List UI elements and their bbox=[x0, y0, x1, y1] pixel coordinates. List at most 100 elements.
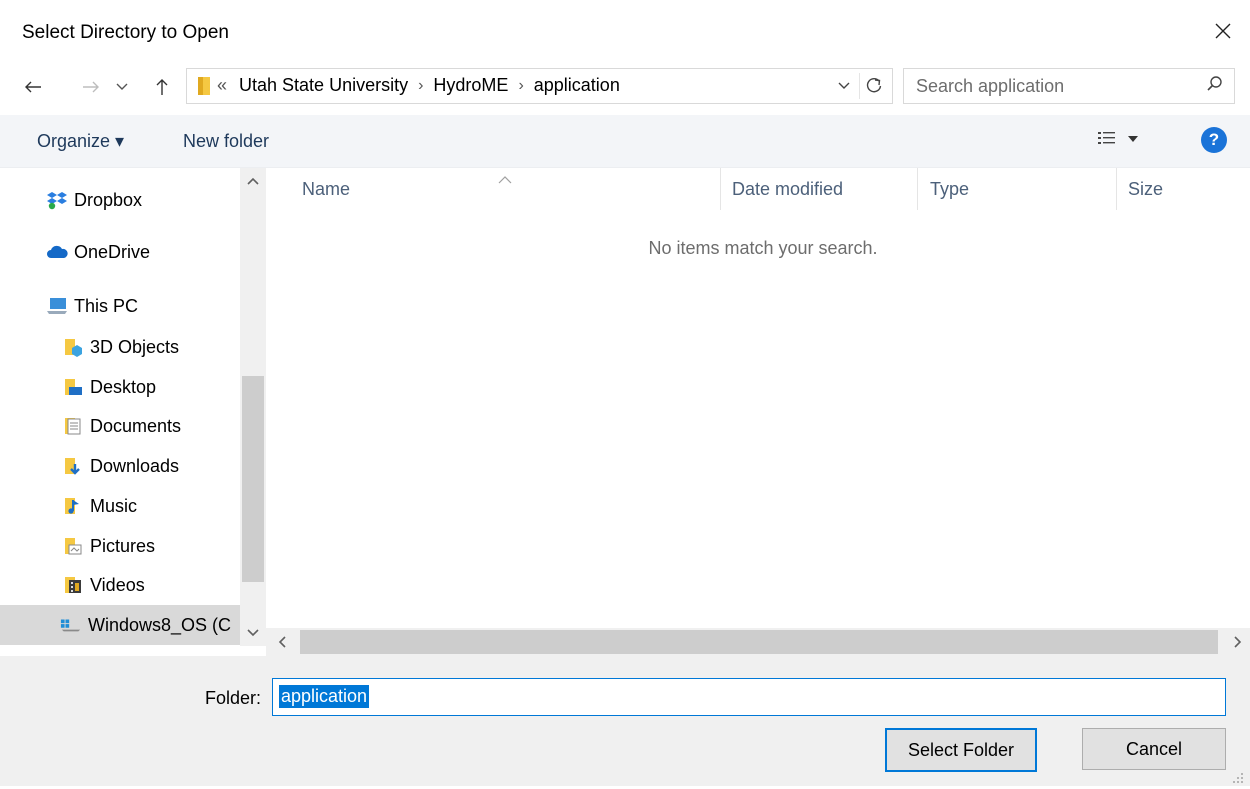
caret-down-icon bbox=[1128, 136, 1138, 142]
empty-list-message: No items match your search. bbox=[648, 238, 878, 258]
sidebar-item-this-pc[interactable]: This PC bbox=[0, 288, 240, 324]
title-bar: Select Directory to Open bbox=[0, 0, 1250, 64]
sidebar-item-music[interactable]: Music bbox=[0, 488, 240, 524]
breadcrumb-item[interactable]: Utah State University bbox=[233, 75, 414, 96]
file-list: Name Date modified Type Size No items ma… bbox=[266, 168, 1250, 628]
sidebar-item-onedrive[interactable]: OneDrive bbox=[0, 234, 240, 270]
column-header-date-modified[interactable]: Date modified bbox=[732, 168, 843, 210]
sidebar-item-pictures[interactable]: Pictures bbox=[0, 528, 240, 564]
sidebar-item-label: Dropbox bbox=[74, 189, 143, 210]
scrollbar-thumb[interactable] bbox=[242, 376, 264, 582]
breadcrumb-item[interactable]: HydroME bbox=[427, 75, 514, 96]
breadcrumb-item[interactable]: application bbox=[528, 75, 626, 96]
sidebar-item-label: Pictures bbox=[90, 535, 156, 556]
desktop-folder-icon bbox=[62, 377, 84, 397]
chevron-down-icon bbox=[838, 82, 850, 89]
column-divider[interactable] bbox=[720, 168, 721, 210]
help-button[interactable]: ? bbox=[1201, 127, 1227, 153]
up-button[interactable] bbox=[150, 72, 174, 102]
recent-locations-button[interactable] bbox=[113, 72, 131, 102]
breadcrumb-separator-icon[interactable]: › bbox=[414, 77, 427, 95]
music-folder-icon bbox=[62, 496, 84, 516]
sidebar-item-label: This PC bbox=[74, 295, 139, 316]
sidebar-item-label: OneDrive bbox=[74, 241, 151, 262]
3d-objects-folder-icon bbox=[62, 337, 84, 357]
address-bar[interactable]: « Utah State University › HydroME › appl… bbox=[186, 68, 893, 104]
arrow-left-icon bbox=[25, 81, 41, 93]
drive-icon bbox=[60, 615, 82, 635]
sidebar-item-label: Documents bbox=[90, 415, 182, 436]
column-divider[interactable] bbox=[1116, 168, 1117, 210]
refresh-button[interactable] bbox=[859, 73, 888, 99]
close-button[interactable] bbox=[1208, 16, 1238, 46]
details-view-icon bbox=[1098, 132, 1115, 144]
select-directory-dialog: Select Directory to Open « Utah State Un… bbox=[0, 0, 1250, 786]
new-folder-button[interactable]: New folder bbox=[183, 131, 269, 152]
pictures-folder-icon bbox=[62, 536, 84, 556]
sidebar-item-windows-drive[interactable]: Windows8_OS (C bbox=[0, 605, 240, 645]
scroll-left-button[interactable] bbox=[270, 630, 294, 654]
sort-caret-icon bbox=[498, 168, 512, 189]
scroll-up-button[interactable] bbox=[240, 168, 266, 194]
folder-name-value[interactable]: application bbox=[279, 685, 370, 708]
search-icon[interactable] bbox=[1206, 75, 1224, 98]
sidebar-item-label: Videos bbox=[90, 574, 145, 595]
dropbox-icon bbox=[46, 190, 68, 210]
refresh-icon bbox=[866, 78, 882, 93]
folder-icon bbox=[198, 76, 210, 95]
computer-icon bbox=[46, 296, 68, 316]
resize-grip-icon[interactable] bbox=[1232, 768, 1244, 783]
navigation-pane-scrollbar[interactable] bbox=[240, 168, 266, 646]
sidebar-item-3d-objects[interactable]: 3D Objects bbox=[0, 329, 240, 365]
downloads-folder-icon bbox=[62, 456, 84, 476]
file-list-horizontal-scrollbar[interactable] bbox=[266, 628, 1250, 656]
organize-menu-button[interactable]: Organize ▾ bbox=[37, 131, 124, 152]
select-folder-button[interactable]: Select Folder bbox=[885, 728, 1037, 772]
sidebar-item-dropbox[interactable]: Dropbox bbox=[0, 182, 240, 218]
column-divider[interactable] bbox=[917, 168, 918, 210]
command-toolbar: Organize ▾ New folder ? bbox=[0, 115, 1250, 168]
videos-folder-icon bbox=[62, 575, 84, 595]
sidebar-item-desktop[interactable]: Desktop bbox=[0, 369, 240, 405]
scroll-right-button[interactable] bbox=[1226, 630, 1250, 654]
column-header-size[interactable]: Size bbox=[1128, 168, 1163, 210]
chevron-up-icon bbox=[247, 177, 259, 185]
chevron-right-icon bbox=[1234, 636, 1242, 648]
breadcrumb-separator-icon[interactable]: › bbox=[514, 77, 527, 95]
breadcrumb-overflow[interactable]: « bbox=[211, 75, 233, 96]
chevron-down-icon bbox=[247, 629, 259, 637]
cancel-button[interactable]: Cancel bbox=[1082, 728, 1226, 770]
sidebar-item-documents[interactable]: Documents bbox=[0, 408, 240, 444]
documents-folder-icon bbox=[62, 416, 84, 436]
chevron-left-icon bbox=[278, 636, 286, 648]
sidebar-item-label: Downloads bbox=[90, 455, 180, 476]
folder-label: Folder: bbox=[205, 688, 262, 708]
navigation-pane: Dropbox OneDrive This PC 3D Objects Desk… bbox=[0, 168, 240, 646]
search-box[interactable]: Search application bbox=[903, 68, 1235, 104]
change-view-button[interactable] bbox=[1098, 131, 1138, 147]
column-header-name[interactable]: Name bbox=[302, 168, 350, 210]
scroll-down-button[interactable] bbox=[240, 620, 266, 646]
column-header-type[interactable]: Type bbox=[930, 168, 969, 210]
onedrive-cloud-icon bbox=[46, 242, 68, 262]
sidebar-item-videos[interactable]: Videos bbox=[0, 567, 240, 603]
search-input[interactable]: Search application bbox=[916, 76, 1064, 97]
sidebar-item-label: Music bbox=[90, 495, 138, 516]
forward-button[interactable] bbox=[78, 72, 104, 102]
folder-name-input[interactable]: application bbox=[272, 678, 1226, 716]
sidebar-item-label: Desktop bbox=[90, 376, 157, 397]
arrow-right-icon bbox=[83, 81, 99, 93]
close-icon bbox=[1215, 23, 1231, 39]
window-title: Select Directory to Open bbox=[22, 22, 229, 43]
sidebar-item-label: Windows8_OS (C bbox=[88, 614, 232, 635]
breadcrumb: « Utah State University › HydroME › appl… bbox=[197, 75, 626, 96]
arrow-up-icon bbox=[156, 79, 168, 95]
address-dropdown-button[interactable] bbox=[834, 75, 854, 97]
scrollbar-thumb[interactable] bbox=[300, 630, 1218, 654]
navigation-row: « Utah State University › HydroME › appl… bbox=[0, 64, 1250, 110]
sidebar-item-label: 3D Objects bbox=[90, 336, 180, 357]
sidebar-item-downloads[interactable]: Downloads bbox=[0, 448, 240, 484]
dialog-footer: Folder: application Select Folder Cancel bbox=[0, 656, 1250, 786]
back-button[interactable] bbox=[20, 72, 46, 102]
chevron-down-icon bbox=[116, 83, 128, 90]
